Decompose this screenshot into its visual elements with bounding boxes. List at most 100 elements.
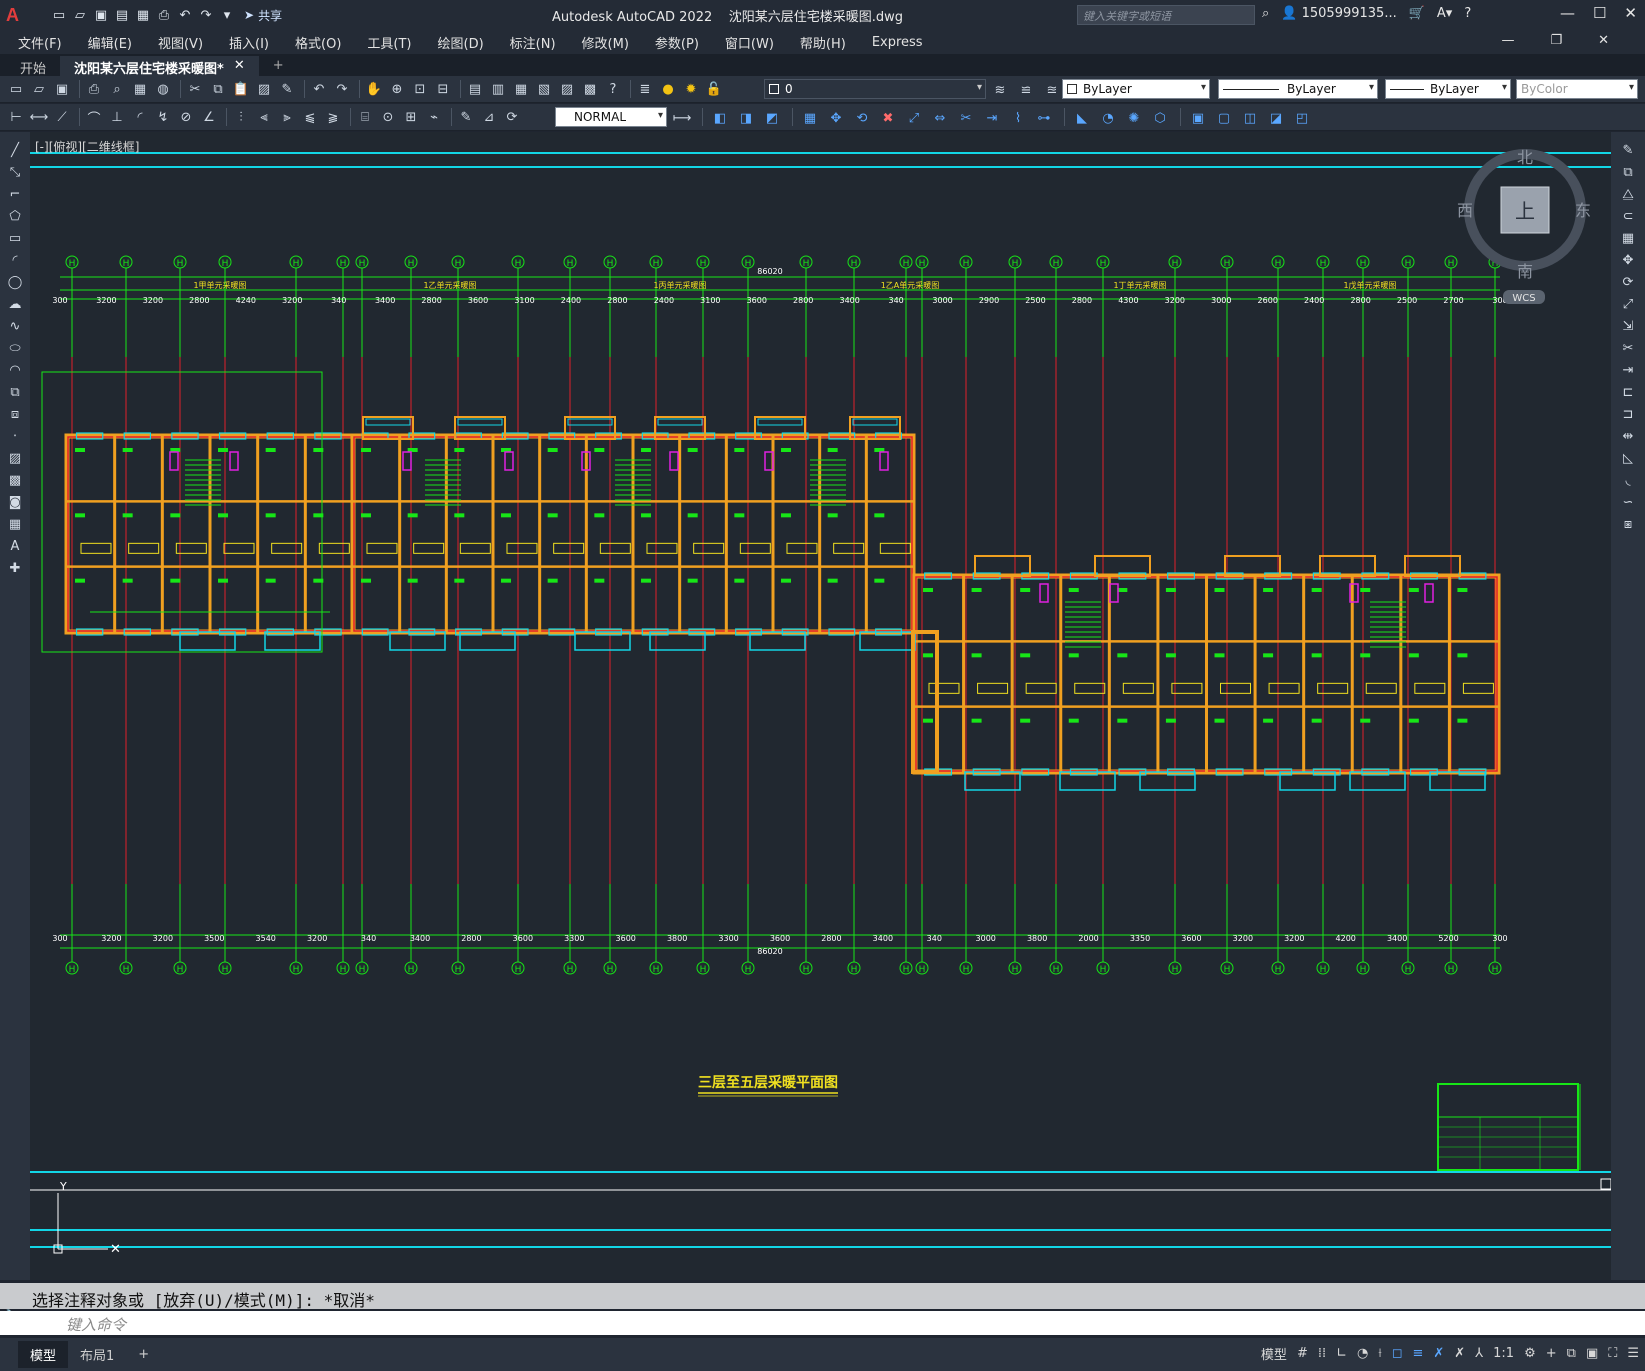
tab-layout1[interactable]: 布局1 [68, 1341, 126, 1368]
viewcube[interactable]: 上 北 南 东 西 WCS [1457, 148, 1591, 304]
dim-update-icon[interactable]: ⟳ [502, 107, 522, 127]
line-icon[interactable]: ╱ [5, 142, 25, 158]
menu-format[interactable]: 格式(O) [295, 33, 341, 52]
brush-icon[interactable]: ✎ [277, 79, 297, 99]
baseline-icon[interactable]: ⫷ [254, 107, 274, 127]
offset-icon[interactable]: ⊂ [1618, 208, 1638, 224]
isodraft-icon[interactable]: ⟊ [1378, 1346, 1381, 1361]
open-icon[interactable]: ▱ [29, 79, 49, 99]
join-icon[interactable]: ⇹ [1618, 428, 1638, 444]
ellipse-arc-icon[interactable]: ◠ [5, 362, 25, 378]
dimedit-icon[interactable]: ✎ [456, 107, 476, 127]
ordinate-icon[interactable]: ⊥ [107, 107, 127, 127]
publish-icon[interactable]: ▦ [130, 79, 150, 99]
layer-on-icon[interactable]: ● [658, 79, 678, 99]
menu-view[interactable]: 视图(V) [158, 33, 203, 52]
layer-freeze-icon[interactable]: ✹ [681, 79, 701, 99]
region-icon[interactable]: ◙ [5, 494, 25, 510]
new-icon[interactable]: ▭ [50, 6, 68, 24]
linear-dim-icon[interactable]: ⟷ [29, 107, 49, 127]
trim-icon[interactable]: ✂ [956, 108, 976, 128]
arc-icon[interactable]: ◜ [5, 252, 25, 268]
save-icon[interactable]: ▣ [52, 79, 72, 99]
array-icon[interactable]: ▦ [800, 108, 820, 128]
plot-icon[interactable]: ⎙ [155, 6, 173, 24]
center-mark-icon[interactable]: ⊙ [378, 107, 398, 127]
clean-screen-icon[interactable]: ⛶ [1608, 1346, 1617, 1361]
text-style-dropdown[interactable]: NORMAL ▾ [555, 107, 667, 127]
drawing-canvas[interactable]: H H H H H H H H H H H H H H H H H H H H H H H H H H H H H H H H H H H H H H H H… [30, 132, 1612, 1280]
help-icon[interactable]: ? [603, 79, 623, 99]
undo-icon[interactable]: ↶ [309, 79, 329, 99]
zoom-previous-icon[interactable]: ⊟ [433, 79, 453, 99]
cart-icon[interactable]: 🛒 [1409, 6, 1425, 21]
inspect-icon[interactable]: ⊞ [401, 107, 421, 127]
fillet-icon[interactable]: ◟ [1618, 472, 1638, 488]
draworder-back-icon[interactable]: ▢ [1214, 108, 1234, 128]
arc-length-icon[interactable]: ⌒ [84, 107, 104, 127]
diameter-icon[interactable]: ⊘ [176, 107, 196, 127]
copy-icon[interactable]: ⧉ [1618, 164, 1638, 180]
sheetset-icon[interactable]: ▧ [534, 79, 554, 99]
match-icon[interactable]: ▨ [254, 79, 274, 99]
erase-icon[interactable]: ✎ [1618, 142, 1638, 158]
autodesk-icon[interactable]: A▾ [1437, 6, 1452, 21]
blend-icon[interactable]: ∽ [1618, 494, 1638, 510]
tab-drawing[interactable]: 沈阳某六层住宅楼采暖图* ✕ [60, 56, 259, 77]
search-icon[interactable]: ⌕ [1262, 6, 1269, 21]
wcs-menu[interactable]: WCS [1512, 293, 1535, 304]
design-center-icon[interactable]: ▥ [488, 79, 508, 99]
menu-help[interactable]: 帮助(H) [800, 33, 846, 52]
edit-poly-icon[interactable]: ⬡ [1150, 108, 1170, 128]
revcloud-icon[interactable]: ☁ [5, 296, 25, 312]
search-input[interactable]: 键入关键字或短语 [1077, 5, 1255, 25]
menu-modify[interactable]: 修改(M) [582, 33, 629, 52]
array-icon[interactable]: ▦ [1618, 230, 1638, 246]
move-icon[interactable]: ✥ [826, 108, 846, 128]
new-tab-button[interactable]: + [259, 56, 298, 76]
grid-icon[interactable]: # [1297, 1346, 1308, 1361]
menu-edit[interactable]: 编辑(E) [88, 33, 132, 52]
explode-icon[interactable]: ⧆ [1618, 516, 1638, 532]
web-icon[interactable]: ◍ [153, 79, 173, 99]
rectangle-icon[interactable]: ▭ [5, 230, 25, 246]
annotation-scale-icon[interactable]: ⅄ [1475, 1346, 1483, 1361]
isolate-icon[interactable]: ⧉ [1567, 1346, 1576, 1361]
maximize-icon[interactable]: ☐ [1593, 4, 1606, 22]
menu-insert[interactable]: 插入(I) [229, 33, 269, 52]
polyline-icon[interactable]: ⌐ [5, 186, 25, 202]
plotstyle-dropdown[interactable]: ByColor ▾ [1516, 79, 1638, 99]
menu-file[interactable]: 文件(F) [18, 33, 62, 52]
viewcube-east-label[interactable]: 东 [1575, 201, 1591, 220]
plot-icon[interactable]: ⎙ [84, 79, 104, 99]
hatch-icon[interactable]: ▨ [5, 450, 25, 466]
viewcube-north-label[interactable]: 北 [1517, 148, 1533, 167]
command-input[interactable]: 键入命令 [0, 1311, 1645, 1335]
user-button[interactable]: 👤 1505999135... [1281, 6, 1396, 21]
calculator-icon[interactable]: ▩ [580, 79, 600, 99]
saveas-icon[interactable]: ▤ [113, 6, 131, 24]
autocad-logo-icon[interactable]: A [6, 4, 28, 26]
share-button[interactable]: ➤ 共享 [244, 7, 282, 24]
dim-space-icon[interactable]: ⫹ [300, 107, 320, 127]
angular-icon[interactable]: ∠ [199, 107, 219, 127]
annotation-visibility-icon[interactable]: ✗ [1433, 1346, 1444, 1361]
viewcube-south-label[interactable]: 南 [1517, 262, 1533, 281]
chamfer-icon[interactable]: ◺ [1618, 450, 1638, 466]
text-icon[interactable]: A [5, 538, 25, 554]
viewcube-west-label[interactable]: 西 [1457, 201, 1473, 220]
break-point-icon[interactable]: ⊏ [1618, 384, 1638, 400]
scroll-handle[interactable] [1600, 1178, 1612, 1190]
zoom-window-icon[interactable]: ⊡ [410, 79, 430, 99]
minimize-icon[interactable]: — [1560, 4, 1575, 22]
explode-icon[interactable]: ✺ [1124, 108, 1144, 128]
color-dropdown[interactable]: ByLayer ▾ [1062, 79, 1210, 99]
paste-icon[interactable]: 📋 [231, 79, 251, 99]
aligned-dim-icon[interactable]: ⟋ [52, 107, 72, 127]
tab-close-icon[interactable]: ✕ [234, 58, 245, 74]
save-icon[interactable]: ▣ [92, 6, 110, 24]
layer-manager-icon[interactable]: ≣ [635, 79, 655, 99]
lineweight-dropdown[interactable]: ByLayer ▾ [1385, 79, 1511, 99]
layer-previous-icon[interactable]: ≌ [1016, 80, 1036, 100]
scale-icon[interactable]: ⤢ [904, 108, 924, 128]
